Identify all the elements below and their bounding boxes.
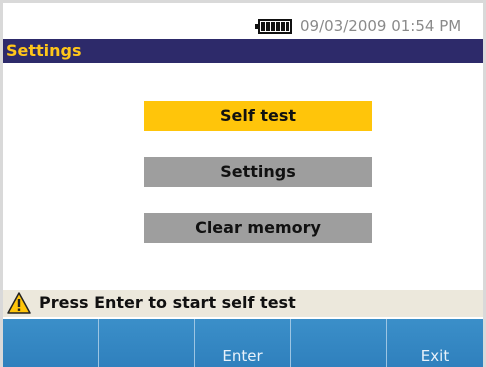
exit-softkey[interactable]: Exit — [387, 319, 483, 367]
device-screen: 09/03/2009 01:54 PM Settings Self test S… — [0, 0, 486, 367]
softkey-f1[interactable] — [3, 319, 99, 367]
battery-icon — [255, 19, 292, 34]
exit-label: Exit — [420, 347, 450, 365]
status-bar: 09/03/2009 01:54 PM — [3, 15, 483, 37]
warning-icon — [7, 292, 31, 314]
settings-button[interactable]: Settings — [144, 157, 372, 187]
clear-memory-button[interactable]: Clear memory — [144, 213, 372, 243]
datetime: 09/03/2009 01:54 PM — [300, 17, 462, 35]
softkey-bar: Enter Exit — [3, 319, 483, 367]
message-bar: Press Enter to start self test — [3, 290, 483, 317]
title-bar: Settings — [3, 39, 483, 63]
enter-label: Enter — [222, 347, 263, 365]
message-text: Press Enter to start self test — [39, 293, 296, 312]
softkey-f2[interactable] — [99, 319, 195, 367]
softkey-f4[interactable] — [291, 319, 387, 367]
enter-softkey[interactable]: Enter — [195, 319, 291, 367]
self-test-button[interactable]: Self test — [144, 101, 372, 131]
page-title: Settings — [6, 41, 82, 60]
